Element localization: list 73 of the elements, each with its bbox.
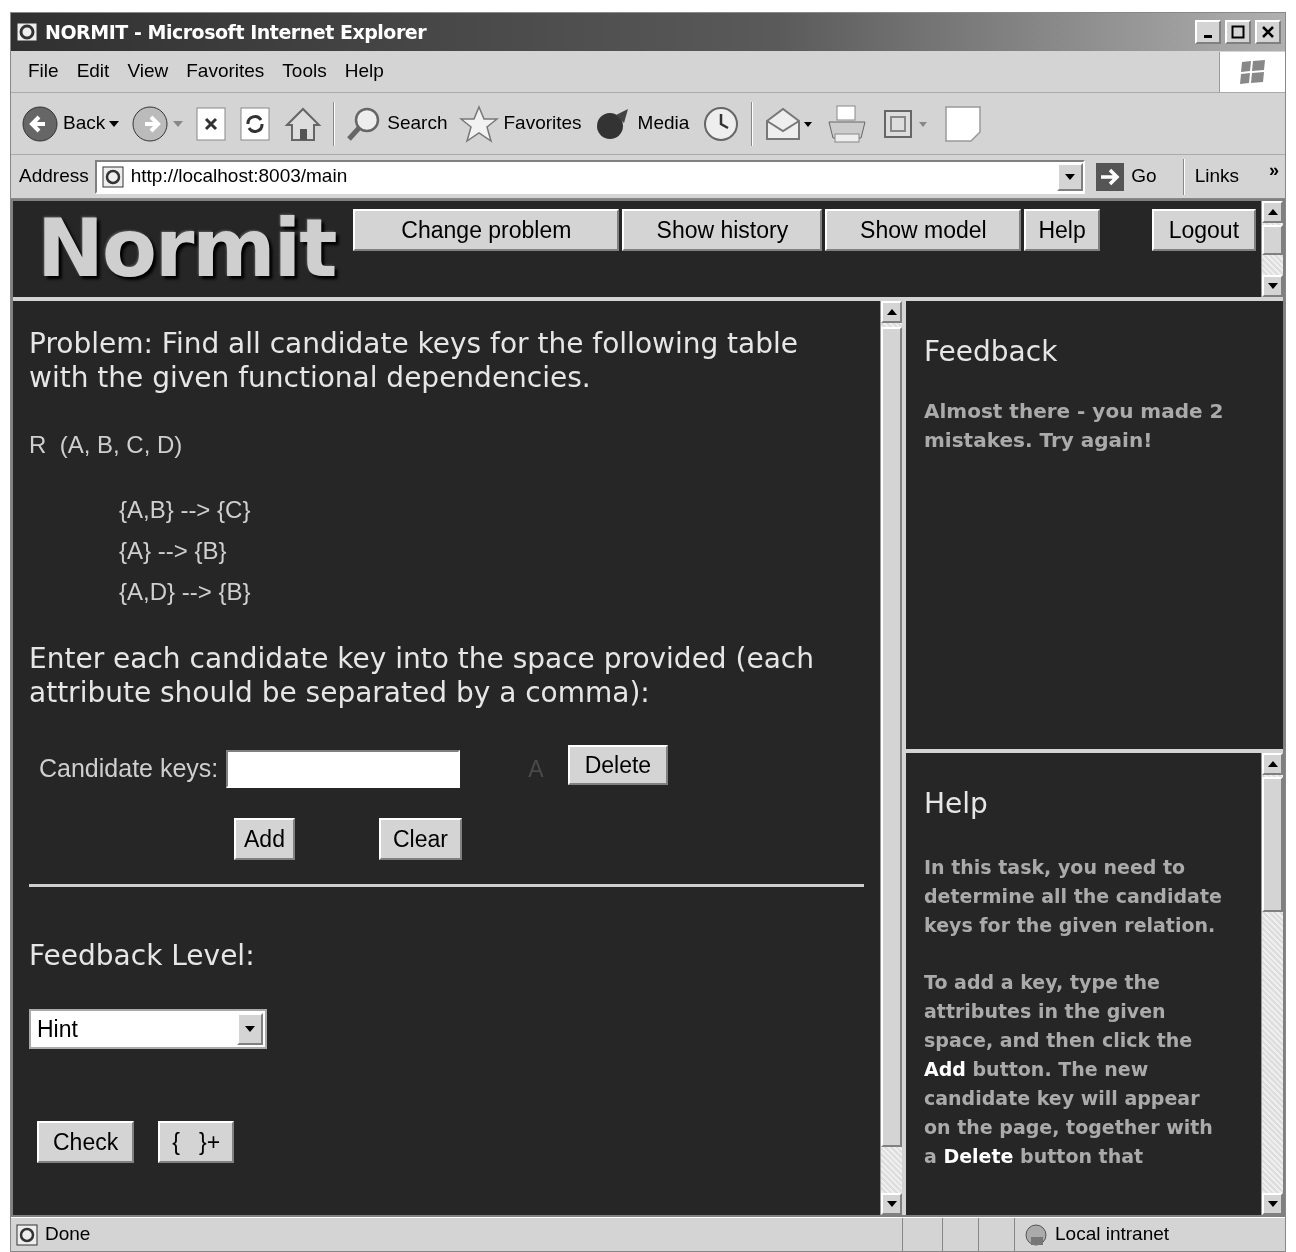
page-icon (15, 1222, 39, 1247)
scroll-up-icon (886, 309, 897, 315)
nav-button[interactable]: Help (1024, 209, 1100, 251)
star-icon (459, 104, 500, 143)
feedback-level-select[interactable]: Hint (29, 1009, 267, 1049)
url-text: http://localhost:8003/main (130, 164, 349, 189)
maximize-button[interactable] (1225, 20, 1251, 44)
menu-item[interactable]: Edit (67, 57, 119, 86)
logout-button[interactable]: Logout (1151, 209, 1257, 251)
scrollbar[interactable] (1261, 201, 1283, 297)
status-text: Done (45, 1222, 91, 1247)
check-button[interactable]: Check (37, 1121, 135, 1163)
dropdown-arrow-icon (245, 1026, 255, 1032)
minimize-button[interactable] (1195, 20, 1221, 44)
clear-button[interactable]: Clear (378, 818, 462, 860)
nav-button[interactable]: Change problem (353, 209, 620, 251)
address-field[interactable]: http://localhost:8003/main (94, 159, 1086, 194)
close-button[interactable] (1255, 20, 1281, 44)
toolbar-button[interactable]: Search (343, 104, 450, 143)
dropdown-arrow-icon (1065, 173, 1076, 180)
flag-logo-icon (1237, 57, 1268, 86)
delete-button[interactable]: Delete (567, 745, 669, 785)
more-chevron[interactable]: » (1269, 157, 1279, 184)
menu-item[interactable]: File (19, 57, 68, 86)
links-button[interactable]: Links (1190, 162, 1243, 191)
caret-icon (173, 120, 184, 127)
menu-item[interactable]: Favorites (177, 57, 274, 86)
toolbar-button[interactable]: Favorites (457, 104, 584, 143)
stop-icon (195, 105, 228, 142)
help-paragraph: To add a key, type the attributes in the given space, and then click the Add button. The new candidate key will appear on the page, together with a Delete button that (924, 970, 1214, 1169)
toolbar-button[interactable]: Media (591, 104, 692, 143)
candidate-keys-field[interactable] (226, 750, 461, 788)
nav-button[interactable]: Show model (825, 209, 1022, 251)
menu-item[interactable]: View (118, 57, 178, 86)
normit-logo: Normit (37, 209, 336, 289)
scrollbar[interactable] (1261, 753, 1283, 1215)
feedback-message: Almost there - you made 2 mistakes. Try again! (924, 398, 1225, 454)
feedback-title: Feedback (924, 334, 1059, 370)
scroll-down-icon (1267, 1201, 1278, 1207)
caret-icon (109, 120, 120, 127)
minimize-icon (1204, 34, 1212, 38)
help-paragraph: In this task, you need to determine all the candidate keys for the given relation. (924, 855, 1223, 938)
go-button[interactable]: Go (1091, 161, 1161, 192)
dependency-text: {A,D} --> {B} (119, 577, 252, 607)
dependency-text: {A} --> {B} (119, 536, 228, 566)
relation-text: R (A, B, C, D) (29, 430, 184, 460)
feedback-level-label: Feedback Level: (29, 938, 256, 974)
nav-button[interactable]: Show history (622, 209, 823, 251)
scroll-up-icon (1267, 209, 1278, 215)
refresh-icon (239, 105, 272, 142)
dependency-text: {A,B} --> {C} (119, 495, 252, 525)
close-icon (1261, 25, 1275, 39)
menu-item[interactable]: Tools (273, 57, 336, 86)
add-button[interactable]: Add (234, 818, 295, 860)
page-icon (100, 164, 125, 189)
scroll-up-icon (1267, 761, 1278, 767)
address-label: Address (19, 164, 89, 189)
closure-button[interactable]: { }+ (158, 1121, 235, 1163)
problem-text: Problem: Find all candidate keys for the following table with the given functional dependencies. (29, 327, 800, 395)
maximize-icon (1231, 25, 1245, 39)
arrow-right-icon (1095, 161, 1126, 192)
help-title: Help (924, 786, 989, 822)
scroll-down-icon (1267, 283, 1278, 289)
toolbar-button[interactable]: Back (19, 104, 122, 143)
zone-text: Local intranet (1055, 1222, 1170, 1247)
window-title: NORMIT - Microsoft Internet Explorer (45, 19, 427, 45)
menu-item[interactable]: Help (335, 57, 393, 86)
scrollbar[interactable] (880, 301, 902, 1215)
candidate-keys-label: Candidate keys: (39, 753, 219, 785)
toolbar-button[interactable] (129, 104, 186, 143)
note-icon (943, 103, 984, 144)
scroll-down-icon (886, 1201, 897, 1207)
instruction-text: Enter each candidate key into the space provided (each attribute should be separated by a comma): (29, 642, 815, 710)
